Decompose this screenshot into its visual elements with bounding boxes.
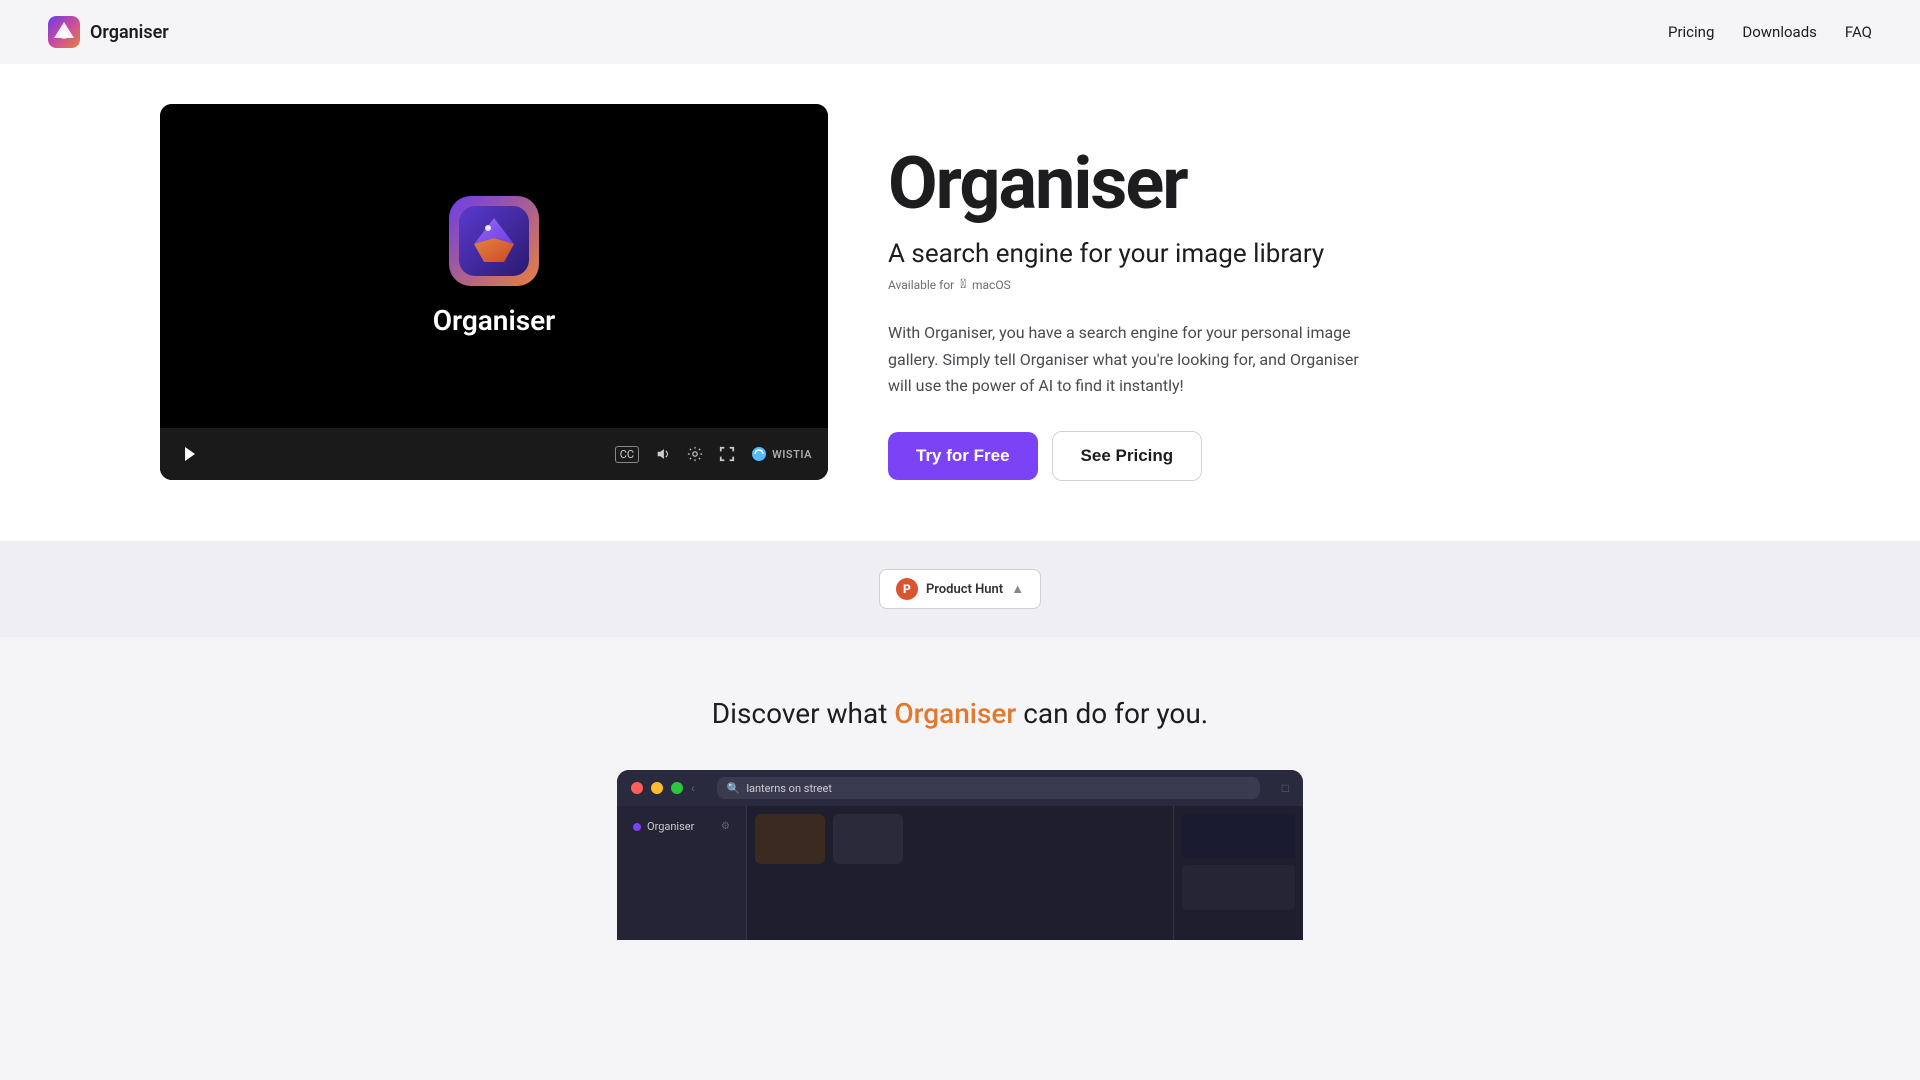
- sidebar-organiser-item[interactable]: Organiser ⚙: [625, 814, 738, 839]
- play-button[interactable]: [176, 440, 204, 468]
- app-sidebar: Organiser ⚙: [617, 806, 747, 940]
- product-hunt-label: Product Hunt: [926, 582, 1003, 597]
- discover-text: Discover what Organiser can do for you.: [0, 697, 1920, 730]
- product-hunt-badge[interactable]: P Product Hunt ▲: [879, 569, 1041, 609]
- discover-brand: Organiser: [894, 697, 1016, 730]
- product-hunt-logo: P: [896, 578, 918, 600]
- thumbnail-1: [755, 814, 825, 864]
- window-controls: □: [1282, 781, 1289, 795]
- cc-icon[interactable]: CC: [615, 446, 639, 463]
- hero-section: Organiser CC: [0, 64, 1920, 541]
- right-thumbnail-1: [1182, 814, 1295, 859]
- see-pricing-button[interactable]: See Pricing: [1052, 431, 1203, 481]
- app-screenshot: ‹ 🔍 lanterns on street □ Organiser ⚙: [617, 770, 1303, 940]
- nav-pricing[interactable]: Pricing: [1668, 23, 1714, 41]
- apple-icon: : [960, 277, 966, 292]
- sidebar-organiser-label: Organiser: [647, 820, 694, 833]
- hero-description: With Organiser, you have a search engine…: [888, 320, 1368, 399]
- minimize-dot: [651, 782, 663, 794]
- logo[interactable]: Organiser: [48, 16, 169, 48]
- close-dot: [631, 782, 643, 794]
- hero-title: Organiser: [888, 144, 1760, 223]
- app-titlebar: ‹ 🔍 lanterns on street □: [617, 770, 1303, 806]
- search-input: lanterns on street: [746, 782, 832, 795]
- wistia-logo: WISTIA: [751, 446, 812, 462]
- hero-subtitle: A search engine for your image library: [888, 239, 1760, 269]
- fullscreen-icon[interactable]: [719, 446, 735, 462]
- hero-text: Organiser A search engine for your image…: [888, 104, 1760, 481]
- try-free-button[interactable]: Try for Free: [888, 432, 1038, 480]
- product-hunt-strip: P Product Hunt ▲: [0, 541, 1920, 637]
- hero-buttons: Try for Free See Pricing: [888, 431, 1760, 481]
- discover-suffix: can do for you.: [1016, 697, 1208, 730]
- discover-section: Discover what Organiser can do for you. …: [0, 637, 1920, 980]
- right-thumbnail-2: [1182, 865, 1295, 910]
- thumbnail-2: [833, 814, 903, 864]
- nav-faq[interactable]: FAQ: [1845, 23, 1872, 41]
- sidebar-dot: [633, 823, 641, 831]
- volume-icon[interactable]: [655, 446, 671, 462]
- back-arrow[interactable]: ‹: [691, 781, 695, 795]
- video-app-title: Organiser: [433, 304, 556, 337]
- logo-icon: [48, 16, 80, 48]
- video-control-icons: CC: [615, 446, 812, 463]
- video-controls: CC: [160, 428, 828, 480]
- brand-name: Organiser: [90, 22, 169, 43]
- discover-prefix: Discover what: [712, 697, 895, 730]
- platform-label: macOS: [972, 278, 1011, 292]
- navbar: Organiser Pricing Downloads FAQ: [0, 0, 1920, 64]
- app-right-area: [1173, 806, 1303, 940]
- video-player[interactable]: Organiser CC: [160, 104, 828, 480]
- maximize-dot: [671, 782, 683, 794]
- app-content: Organiser ⚙: [617, 806, 1303, 940]
- settings-icon[interactable]: [687, 446, 703, 462]
- video-content: Organiser: [160, 104, 828, 428]
- app-screenshot-wrapper: ‹ 🔍 lanterns on street □ Organiser ⚙: [0, 770, 1920, 940]
- search-bar[interactable]: 🔍 lanterns on street: [717, 777, 1260, 799]
- video-app-icon: [449, 196, 539, 286]
- search-icon: 🔍: [727, 782, 741, 795]
- nav-links: Pricing Downloads FAQ: [1668, 23, 1872, 41]
- app-main-area: [747, 806, 1173, 940]
- nav-downloads[interactable]: Downloads: [1742, 23, 1817, 41]
- available-badge: Available for  macOS: [888, 277, 1760, 292]
- available-label: Available for: [888, 278, 954, 292]
- product-hunt-arrow: ▲: [1011, 581, 1024, 597]
- sidebar-gear-icon[interactable]: ⚙: [721, 821, 730, 832]
